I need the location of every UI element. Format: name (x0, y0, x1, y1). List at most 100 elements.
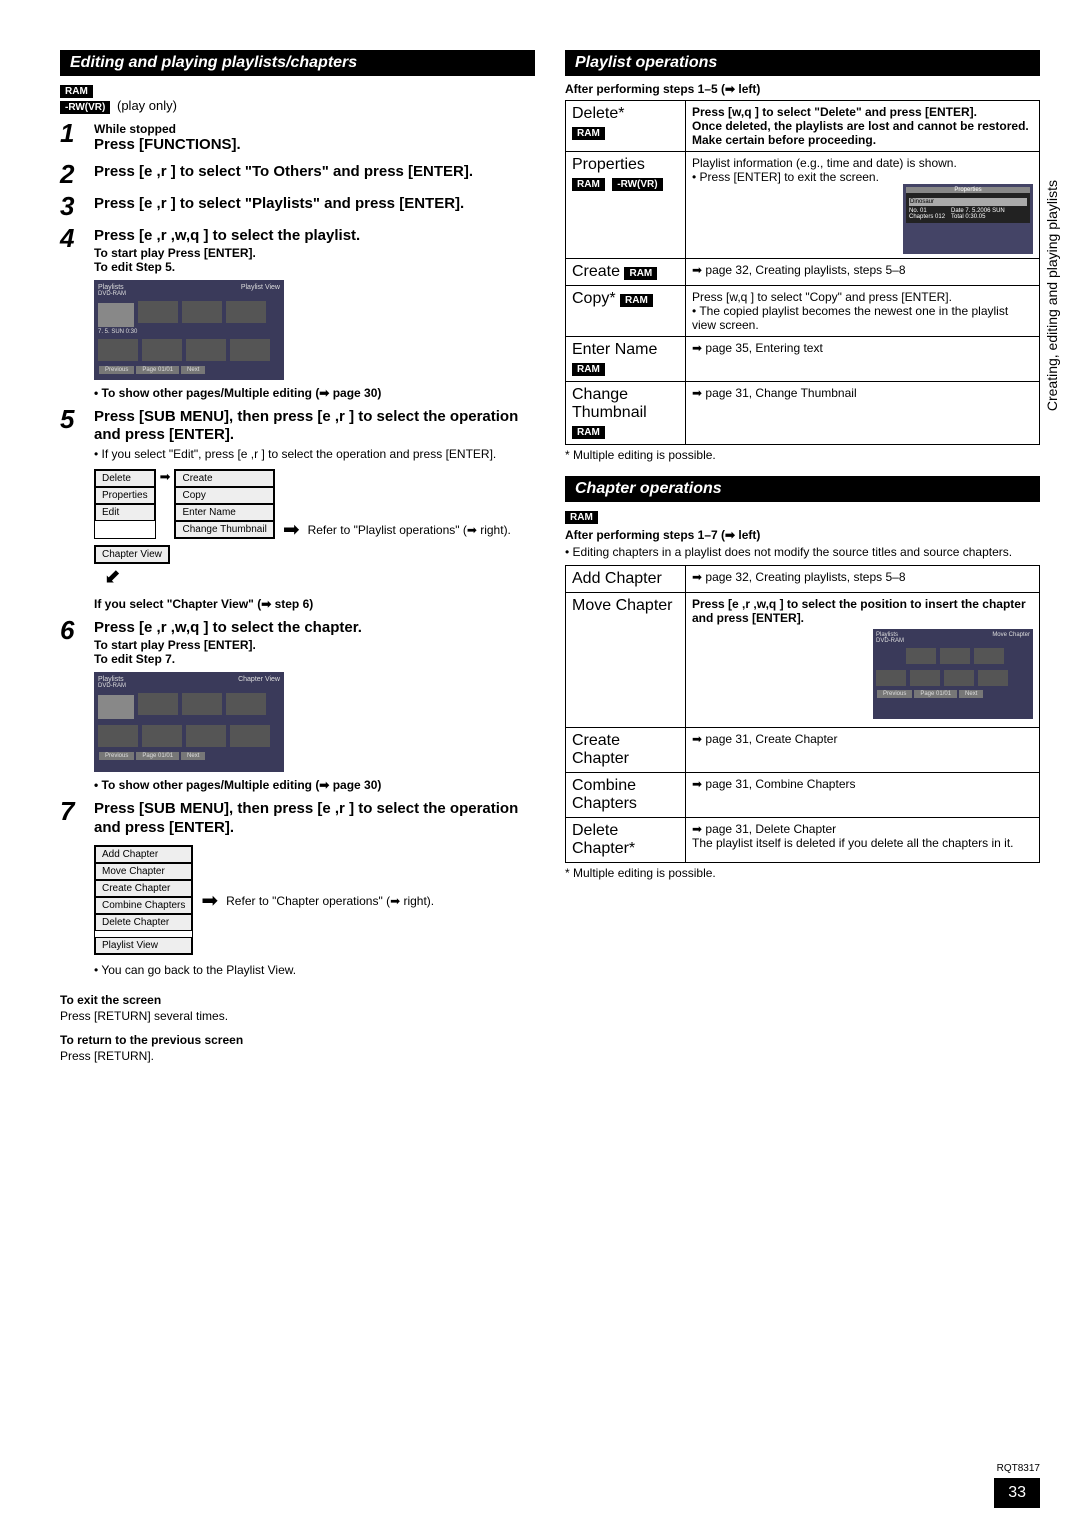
return-heading: To return to the previous screen (60, 1033, 535, 1047)
arrow-right-icon: ➡ (201, 888, 218, 913)
step-main: Press [SUB MENU], then press [e ,r ] to … (94, 800, 535, 838)
step-sub1: To start play Press [ENTER]. (94, 246, 535, 260)
menu-deletechapter: Delete Chapter (95, 914, 192, 931)
menu-entername: Enter Name (175, 504, 273, 521)
ram-badge: RAM (572, 178, 605, 191)
exit-heading: To exit the screen (60, 993, 535, 1007)
op-body: ➡ page 31, Delete Chapter The playlist i… (686, 818, 1040, 863)
row-movechapter: Move Chapter Press [e ,r ,w,q ] to selec… (566, 593, 1040, 728)
rwvr-badge: -RW(VR) (612, 178, 662, 191)
playlist-operations-header: Playlist operations (565, 50, 1040, 76)
chapter-view-note: If you select "Chapter View" (➡ step 6) (94, 597, 535, 611)
op-body: ➡ page 31, Combine Chapters (686, 773, 1040, 818)
chapter-submenu-diagram: Add Chapter Move Chapter Create Chapter … (94, 845, 535, 955)
op-body: Press [w,q ] to select "Delete" and pres… (692, 105, 1029, 147)
exit-text: Press [RETURN] several times. (60, 1009, 535, 1023)
step-number: 6 (60, 617, 84, 792)
op-body: ➡ page 32, Creating playlists, steps 5–8 (686, 566, 1040, 593)
step-note: • To show other pages/Multiple editing (… (94, 386, 535, 400)
step-number: 7 (60, 798, 84, 978)
play-only-text: (play only) (117, 98, 177, 113)
step-sub2: To edit Step 7. (94, 652, 535, 666)
step-6: 6 Press [e ,r ,w,q ] to select the chapt… (60, 617, 535, 792)
op-body: Playlist information (e.g., time and dat… (692, 156, 1033, 184)
step-4: 4 Press [e ,r ,w,q ] to select the playl… (60, 225, 535, 400)
op-label: Delete Chapter* (566, 818, 686, 863)
step-2: 2 Press [e ,r ] to select "To Others" an… (60, 161, 535, 187)
ram-badge: RAM (572, 363, 605, 376)
multiple-editing-note: * Multiple editing is possible. (565, 448, 1040, 462)
after-steps-1-5: After performing steps 1–5 (➡ left) (565, 82, 1040, 96)
row-entername: Enter Name RAM ➡ page 35, Entering text (566, 337, 1040, 382)
chapter-operations-table: Add Chapter ➡ page 32, Creating playlist… (565, 565, 1040, 863)
op-body: Press [w,q ] to select "Copy" and press … (686, 286, 1040, 337)
left-column: Editing and playing playlists/chapters R… (60, 50, 535, 1063)
step-number: 3 (60, 193, 84, 219)
ram-badge: RAM (60, 85, 93, 98)
op-body: ➡ page 31, Change Thumbnail (686, 382, 1040, 445)
editing-note: • Editing chapters in a playlist does no… (565, 545, 1040, 559)
page-number: 33 (994, 1478, 1040, 1508)
row-deletechapter: Delete Chapter* ➡ page 31, Delete Chapte… (566, 818, 1040, 863)
media-badges: RAM -RW(VR) (play only) (60, 82, 535, 114)
arrow-right-icon: ➡ (283, 517, 300, 542)
op-body: ➡ page 35, Entering text (686, 337, 1040, 382)
arrow-down-icon: ⬋ (104, 564, 121, 589)
document-id: RQT8317 (980, 1463, 1040, 1474)
row-copy: Copy* RAM Press [w,q ] to select "Copy" … (566, 286, 1040, 337)
step-pre: While stopped (94, 122, 535, 136)
step-number: 4 (60, 225, 84, 400)
ram-badge: RAM (624, 267, 657, 280)
step-main: Press [e ,r ,w,q ] to select the chapter… (94, 619, 535, 638)
menu-properties: Properties (95, 487, 155, 504)
submenu-diagram: Delete Properties Edit ➡ Create Copy Ent… (94, 469, 535, 589)
move-chapter-screenshot: PlaylistsMove Chapter DVD-RAM PreviousPa… (873, 629, 1033, 719)
menu-chapterview: Chapter View (95, 546, 169, 563)
step-main: Press [FUNCTIONS]. (94, 136, 535, 155)
menu-note: Refer to "Playlist operations" (➡ right)… (308, 523, 511, 537)
menu-changethumb: Change Thumbnail (175, 521, 273, 538)
step-sub2: To edit Step 5. (94, 260, 535, 274)
playlist-view-return-note: • You can go back to the Playlist View. (94, 963, 535, 977)
step-7: 7 Press [SUB MENU], then press [e ,r ] t… (60, 798, 535, 978)
chapter-operations-header: Chapter operations (565, 476, 1040, 502)
step-main: Press [e ,r ] to select "Playlists" and … (94, 195, 535, 214)
row-createchapter: Create Chapter ➡ page 31, Create Chapter (566, 728, 1040, 773)
ram-badge: RAM (572, 426, 605, 439)
op-label: Delete* (572, 105, 624, 122)
return-text: Press [RETURN]. (60, 1049, 535, 1063)
op-body: Press [e ,r ,w,q ] to select the positio… (692, 597, 1026, 625)
menu-edit: Edit (95, 504, 155, 521)
row-changethumbnail: Change Thumbnail RAM ➡ page 31, Change Th… (566, 382, 1040, 445)
row-properties: Properties RAM -RW(VR) Playlist informati… (566, 152, 1040, 259)
op-body: ➡ page 31, Create Chapter (686, 728, 1040, 773)
row-addchapter: Add Chapter ➡ page 32, Creating playlist… (566, 566, 1040, 593)
chapter-view-screenshot: PlaylistsChapter View DVD-RAM PreviousPa… (94, 672, 284, 772)
op-label: Combine Chapters (566, 773, 686, 818)
op-label: Change Thumbnail (572, 386, 647, 421)
menu-movechapter: Move Chapter (95, 863, 192, 880)
menu-delete: Delete (95, 470, 155, 487)
op-label: Enter Name (572, 341, 657, 358)
op-label: Copy* (572, 290, 616, 307)
ram-badge: RAM (572, 127, 605, 140)
row-delete: Delete* RAM Press [w,q ] to select "Delet… (566, 101, 1040, 152)
menu-combinechapters: Combine Chapters (95, 897, 192, 914)
multiple-editing-note-2: * Multiple editing is possible. (565, 866, 1040, 880)
row-create: Create RAM ➡ page 32, Creating playlists… (566, 259, 1040, 286)
step-1: 1 While stopped Press [FUNCTIONS]. (60, 120, 535, 155)
op-label: Create (572, 263, 620, 280)
menu-addchapter: Add Chapter (95, 846, 192, 863)
step-5: 5 Press [SUB MENU], then press [e ,r ] t… (60, 406, 535, 612)
step-note: • To show other pages/Multiple editing (… (94, 778, 535, 792)
side-section-label: Creating, editing and playing playlists (1044, 180, 1060, 411)
op-label: Properties (572, 156, 645, 173)
after-steps-1-7: After performing steps 1–7 (➡ left) (565, 528, 1040, 542)
step-3: 3 Press [e ,r ] to select "Playlists" an… (60, 193, 535, 219)
page-content: Editing and playing playlists/chapters R… (0, 0, 1080, 1093)
page-footer: RQT8317 33 (980, 1463, 1040, 1508)
menu-playlistview: Playlist View (95, 937, 192, 954)
playlist-view-screenshot: PlaylistsPlaylist View DVD-RAM 7. 5. SUN… (94, 280, 284, 380)
row-combinechapters: Combine Chapters ➡ page 31, Combine Chap… (566, 773, 1040, 818)
op-label: Add Chapter (566, 566, 686, 593)
